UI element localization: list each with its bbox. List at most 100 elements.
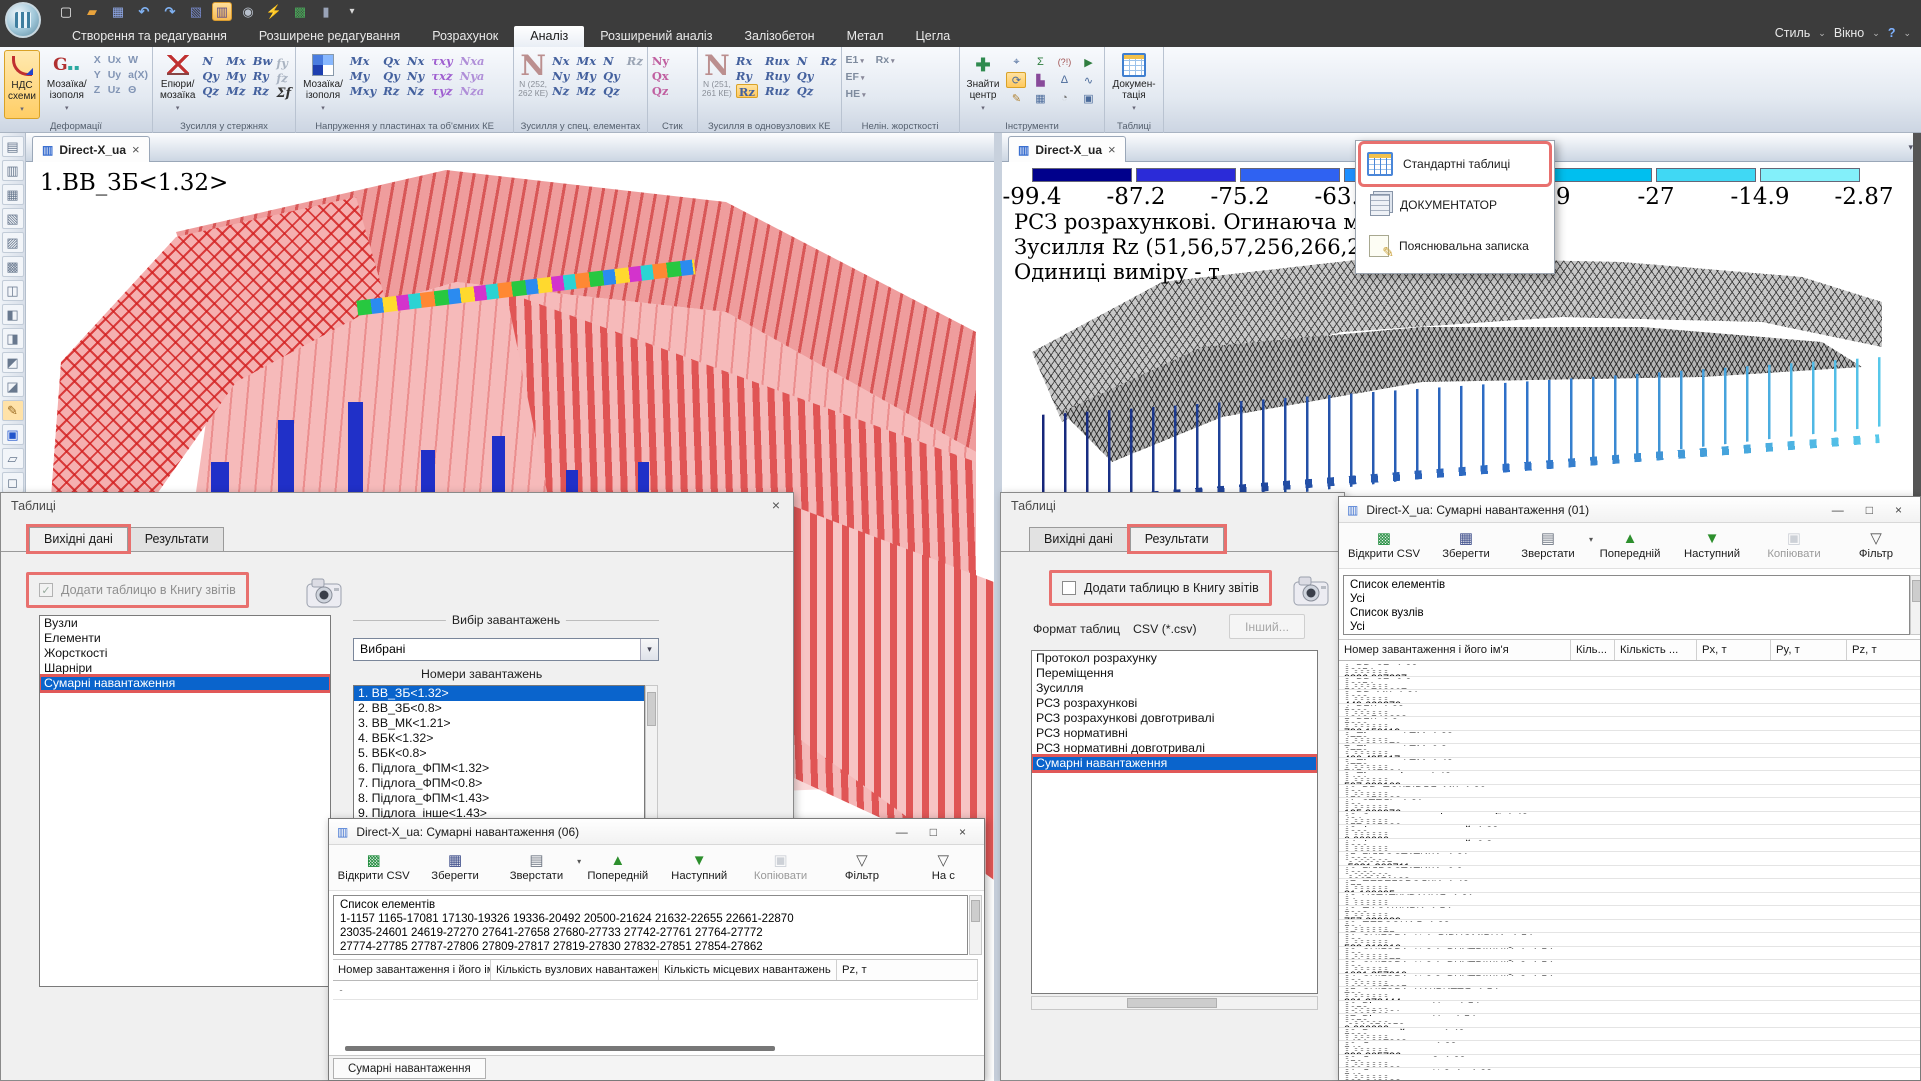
list-item[interactable]: РСЗ розрахункові довготривалі — [1032, 711, 1317, 726]
result-component-button[interactable]: Qy — [603, 69, 620, 83]
document-tab[interactable]: ▥ Direct-X_ua × — [1008, 136, 1126, 162]
qat-icon[interactable] — [186, 2, 206, 21]
list-item[interactable]: 8. Підлога_ФПМ<1.43> — [354, 791, 644, 806]
result-component-button[interactable]: a(X) — [128, 69, 148, 83]
mosaic-isofields-button[interactable]: GМозаїка/ ізополя — [44, 50, 90, 117]
result-component-button[interactable]: Nza — [460, 84, 485, 98]
snap-icon[interactable]: ⌖ — [1006, 54, 1026, 70]
column-header[interactable]: Номер завантаження і його ім'я — [1339, 640, 1571, 660]
toolbar-button[interactable]: На с — [903, 845, 984, 890]
list-item[interactable]: 7. Підлога_ФПМ<0.8> — [354, 776, 644, 791]
flag-icon[interactable]: ▣ — [2, 424, 24, 445]
result-component-button[interactable]: Qy — [797, 69, 814, 83]
result-component-button[interactable]: X — [94, 54, 101, 68]
documentator-item[interactable]: ДОКУМЕНТАТОР — [1361, 185, 1549, 225]
toolbar-button[interactable]: Наступний — [1671, 523, 1753, 568]
column-header[interactable]: Кількість вузлових навантажень — [491, 960, 659, 980]
tab-input-data[interactable]: Вихідні дані — [29, 527, 128, 551]
toolbar-button[interactable]: Копіювати — [740, 845, 821, 890]
close-icon[interactable]: × — [1108, 142, 1116, 157]
pen-icon[interactable]: ✎ — [1006, 90, 1026, 106]
result-component-button[interactable]: HE — [846, 88, 866, 102]
column-header[interactable]: Кількість місцевих навантажень — [659, 960, 837, 980]
column-header[interactable]: Pz, т — [1847, 640, 1921, 660]
qat-icon[interactable] — [290, 2, 310, 21]
table-row[interactable]: 27. Вітер вздовж_Y-_<1.54>02952 0.000000… — [1339, 1014, 1921, 1028]
result-component-button[interactable]: My — [226, 69, 246, 83]
ribbon-tab[interactable]: Цегла — [900, 26, 967, 47]
list-item[interactable]: Сумарні навантаження — [1032, 756, 1317, 771]
result-component-button[interactable]: W — [128, 54, 148, 68]
window-title-bar[interactable]: ▥ Direct-X_ua: Сумарні навантаження (06)… — [329, 819, 984, 845]
split-view-icon[interactable]: ◫ — [2, 280, 24, 301]
render-icon[interactable]: ✎ — [2, 400, 24, 421]
qat-icon[interactable] — [342, 2, 362, 21]
ribbon-tab[interactable]: Створення та редагування — [56, 26, 243, 47]
table-row[interactable]: 9. Підлога_інше<1.43>06431 0.0000000.000… — [1339, 771, 1921, 785]
projection-xy-icon[interactable]: ▦ — [2, 184, 24, 205]
toolbar-button[interactable]: Зберегти — [414, 845, 495, 890]
table-row[interactable]: 10. ВВ_ПОКРІВЛЯ_МК<1.36>0326 0.0000000.0… — [1339, 785, 1921, 799]
scrollbar[interactable] — [1910, 575, 1921, 635]
table-row[interactable]: 11. СТЕЛІ <1.21>0320 0.0000000.000000195… — [1339, 798, 1921, 812]
table-row[interactable]: 25. СНІГОВА_НАКРИТТЯ<1.54>0736 0.0000000… — [1339, 987, 1921, 1001]
result-component-button[interactable]: Nya — [460, 69, 485, 83]
maximize-icon[interactable]: □ — [1866, 503, 1873, 517]
result-component-button[interactable]: fz — [276, 71, 291, 85]
result-component-button[interactable]: Z — [94, 84, 101, 98]
table-row[interactable]: 6. Підлога_ФПМ<1.32>04770 0.0000000.0000… — [1339, 731, 1921, 745]
result-component-button[interactable]: Ruz — [765, 84, 790, 98]
qat-icon[interactable] — [264, 2, 284, 21]
ribbon-tab[interactable]: Метал — [831, 26, 900, 47]
result-component-button[interactable]: Nz — [552, 84, 569, 98]
list-item[interactable]: 2. ВВ_ЗБ<0.8> — [354, 701, 644, 716]
result-component-button[interactable]: Ry — [736, 69, 758, 83]
play-icon[interactable]: ▶ — [1078, 54, 1098, 70]
toolbar-button[interactable]: Фільтр — [821, 845, 902, 890]
qat-icon[interactable] — [212, 2, 232, 21]
mosaic-isofields-button[interactable]: Мозаїка/ ізополя — [300, 50, 346, 117]
result-component-button[interactable]: Σf — [276, 86, 291, 100]
toolbar-button[interactable]: Зверстати — [1507, 523, 1589, 568]
result-component-button[interactable]: Y — [94, 69, 101, 83]
erase-icon[interactable]: ◻ — [2, 472, 24, 493]
table-row[interactable]: 30. Декор_стеля_2<1.28>0456 0.0000000.00… — [1339, 1055, 1921, 1069]
close-icon[interactable]: × — [767, 497, 785, 515]
fragment-icon[interactable]: ◧ — [2, 304, 24, 325]
table-row[interactable]: 2. ВВ_ЗБ<0.8>032654 0.0000000.0000005961… — [1339, 677, 1921, 691]
list-item[interactable]: РСЗ нормативні — [1032, 726, 1317, 741]
table-row[interactable]: 21. СНІГОВА_№1_РІВНОМІРНА<1.54>0326 0.00… — [1339, 933, 1921, 947]
result-component-button[interactable]: Rux — [765, 54, 790, 68]
mark-icon[interactable]: ◨ — [2, 328, 24, 349]
qat-icon[interactable] — [316, 2, 336, 21]
toolbar-button[interactable]: Відкрити CSV — [333, 845, 414, 890]
list-item[interactable]: 3. ВВ_МК<1.21> — [354, 716, 644, 731]
result-component-button[interactable]: N — [797, 54, 814, 68]
add-to-report-checkbox[interactable]: Додати таблицю в Книгу звітів — [26, 572, 249, 608]
result-component-button[interactable]: Uy — [108, 69, 121, 83]
snapshot-camera-icon[interactable] — [1293, 574, 1333, 608]
minimize-icon[interactable]: — — [1832, 503, 1844, 517]
projection-xz-icon[interactable]: ▧ — [2, 208, 24, 229]
perspective-icon[interactable]: ▱ — [2, 448, 24, 469]
view-panel-icon[interactable]: ▤ — [2, 136, 24, 157]
result-component-button[interactable] — [876, 88, 895, 102]
result-component-button[interactable]: My — [576, 69, 596, 83]
result-component-button[interactable]: Mz — [576, 84, 596, 98]
result-component-button[interactable] — [820, 84, 836, 98]
explanatory-note-item[interactable]: Пояснювальна записка — [1361, 226, 1549, 266]
ribbon-tab[interactable]: Розширене редагування — [243, 26, 416, 47]
column-header[interactable]: Кіль... — [1571, 640, 1615, 660]
result-component-button[interactable] — [627, 84, 643, 98]
table-row[interactable]: 28. Рухомий склад<1.43>05830 0.0000000.0… — [1339, 1028, 1921, 1042]
result-component-button[interactable]: Rx — [876, 54, 895, 68]
scrollbar[interactable] — [645, 685, 658, 832]
style-menu[interactable]: Стиль — [1771, 26, 1815, 40]
horizontal-scrollbar[interactable] — [345, 1046, 775, 1051]
toolbar-button[interactable]: Попередній — [577, 845, 658, 890]
list-item[interactable]: Вузли — [40, 616, 330, 631]
result-component-button[interactable]: Mx — [350, 54, 376, 68]
checkbox-icon[interactable] — [39, 583, 53, 597]
table-row[interactable]: 1. ВВ_ЗБ<1.32>0324829809.732422 — [333, 982, 978, 1000]
column-header[interactable]: Py, т — [1771, 640, 1847, 660]
